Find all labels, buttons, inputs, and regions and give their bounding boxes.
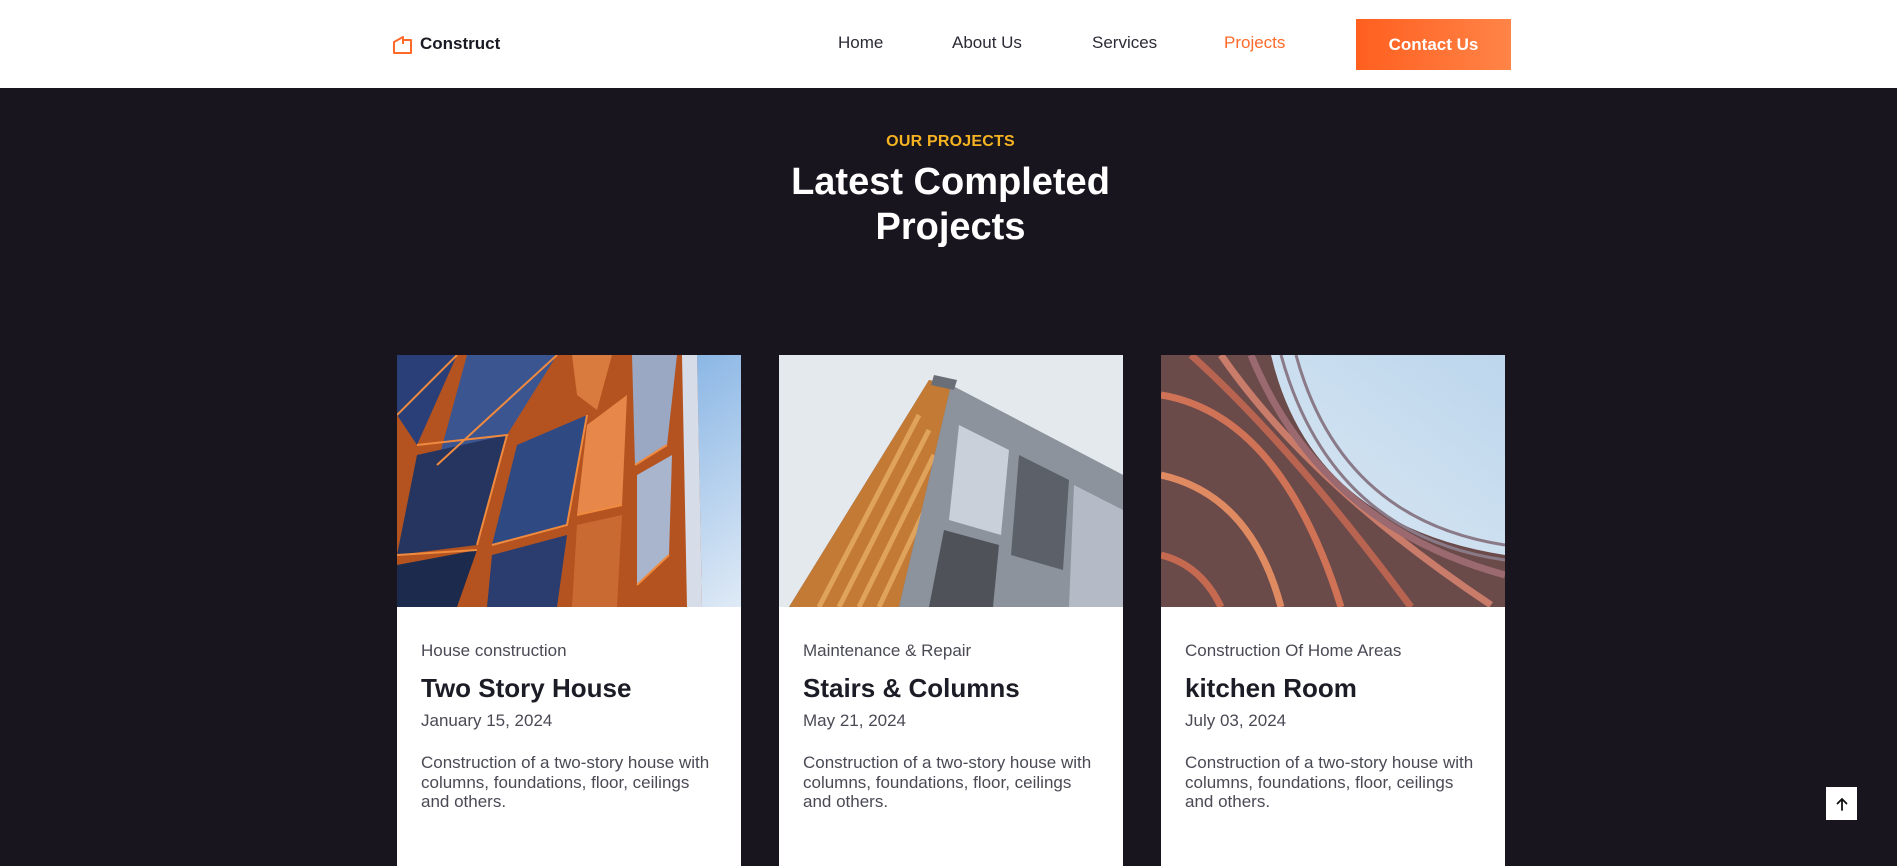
site-header: Construct Home About Us Services Project…: [0, 0, 1897, 88]
project-card[interactable]: Construction Of Home Areas kitchen Room …: [1161, 355, 1505, 866]
project-date: July 03, 2024: [1185, 711, 1287, 730]
project-card[interactable]: House construction Two Story House Janua…: [397, 355, 741, 866]
angular-building-facade-image: [779, 355, 1123, 607]
house-logo-icon: [393, 35, 412, 54]
arrow-up-icon: [1836, 797, 1847, 811]
nav-projects[interactable]: Projects: [1224, 33, 1285, 53]
project-title[interactable]: Stairs & Columns: [803, 673, 1099, 703]
project-date: May 21, 2024: [803, 711, 907, 730]
project-card[interactable]: Maintenance & Repair Stairs & Columns Ma…: [779, 355, 1123, 866]
project-description: Construction of a two-story house with c…: [421, 753, 710, 811]
copper-glass-facade-image: [397, 355, 741, 607]
project-category: House construction: [421, 641, 567, 660]
woven-metal-facade-image: [1161, 355, 1505, 607]
nav-home[interactable]: Home: [838, 33, 883, 53]
section-title-line-2: Projects: [875, 206, 1026, 248]
project-title[interactable]: kitchen Room: [1185, 673, 1481, 703]
project-category: Construction Of Home Areas: [1185, 641, 1402, 660]
section-eyebrow: OUR PROJECTS: [886, 133, 1015, 150]
brand-name: Construct: [420, 34, 501, 53]
nav-services[interactable]: Services: [1092, 33, 1157, 53]
brand-logo[interactable]: Construct: [392, 32, 500, 56]
section-title: Latest Completed Projects: [0, 160, 1897, 250]
nav-about-us[interactable]: About Us: [952, 33, 1022, 53]
scroll-to-top-button[interactable]: [1826, 787, 1857, 820]
section-title-line-1: Latest Completed: [791, 161, 1110, 203]
project-date: January 15, 2024: [421, 711, 553, 730]
project-description: Construction of a two-story house with c…: [1185, 753, 1474, 811]
contact-us-button[interactable]: Contact Us: [1356, 19, 1511, 70]
project-category: Maintenance & Repair: [803, 641, 972, 660]
project-description: Construction of a two-story house with c…: [803, 753, 1092, 811]
project-title[interactable]: Two Story House: [421, 673, 717, 703]
